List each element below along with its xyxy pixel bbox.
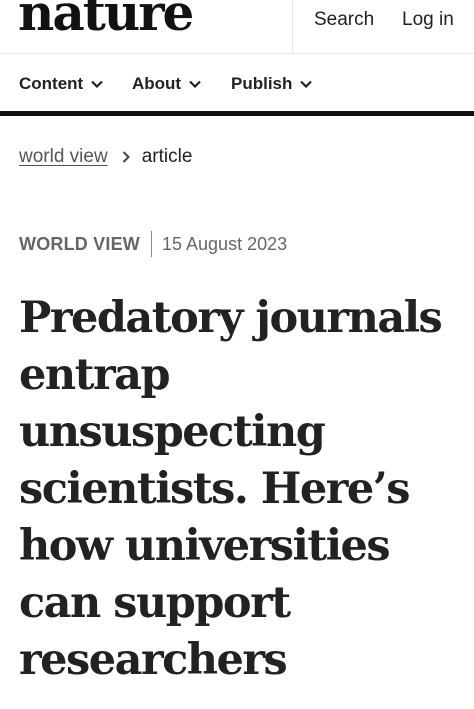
login-link[interactable]: Log in	[402, 8, 454, 32]
chevron-down-icon	[189, 80, 201, 88]
header-divider	[292, 0, 293, 54]
breadcrumb-world-view-link[interactable]: world view	[19, 145, 108, 169]
breadcrumb: world view article	[19, 145, 192, 169]
nav-item-publish-label: Publish	[231, 74, 293, 93]
nav-item-publish[interactable]: Publish	[231, 73, 313, 95]
nav-item-content[interactable]: Content	[19, 73, 103, 95]
meta-divider	[151, 231, 152, 257]
breadcrumb-current: article	[141, 146, 193, 167]
nature-logo[interactable]: nature	[18, 0, 194, 38]
site-header: nature Search Log in	[0, 0, 474, 54]
publish-date: 15 August 2023	[162, 234, 288, 254]
search-link[interactable]: Search	[314, 8, 374, 32]
nav-item-about[interactable]: About	[132, 73, 201, 95]
chevron-right-icon	[122, 151, 130, 163]
article-title: Predatory journals entrap unsuspecting s…	[19, 293, 443, 685]
chevron-down-icon	[300, 80, 313, 88]
nav-item-about-label: About	[132, 74, 182, 93]
chevron-down-icon	[91, 80, 103, 88]
nav-item-content-label: Content	[19, 74, 84, 93]
article-type-label: WORLD VIEW	[19, 234, 140, 254]
main-nav: Content About Publish	[0, 54, 474, 116]
article-meta: WORLD VIEW 15 August 2023	[19, 231, 287, 257]
